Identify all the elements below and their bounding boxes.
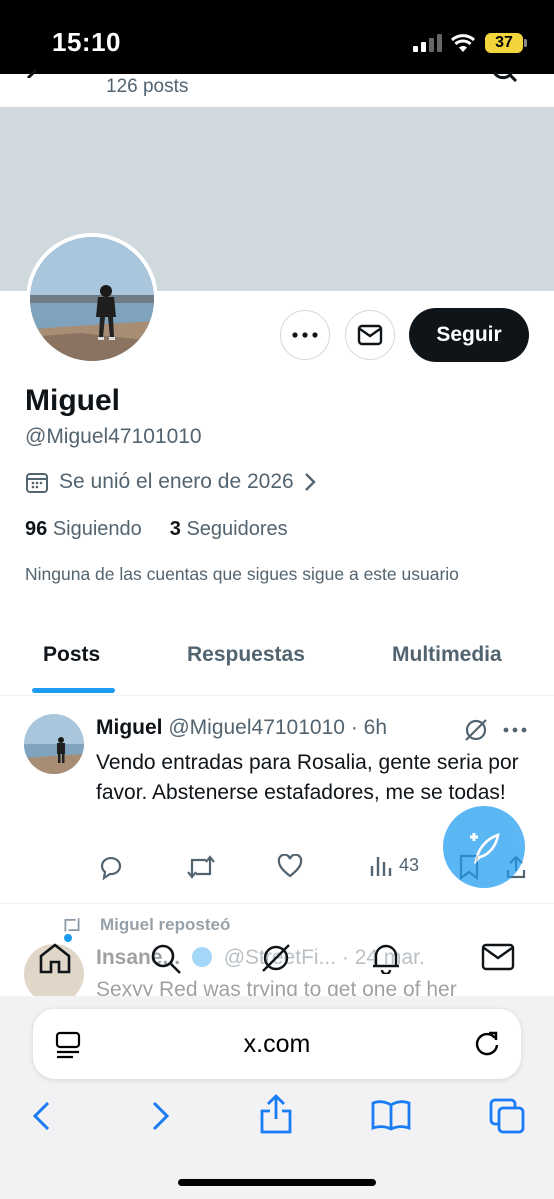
tabs-icon[interactable]	[488, 1097, 526, 1135]
joined-date[interactable]: Se unió el enero de 2026	[25, 470, 316, 494]
header-post-count: 126 posts	[106, 76, 189, 97]
compose-feather-icon	[470, 833, 500, 865]
tweet-divider	[0, 903, 554, 904]
browser-share-icon[interactable]	[259, 1093, 293, 1135]
message-button[interactable]	[345, 310, 395, 360]
search-header-icon[interactable]	[490, 70, 520, 82]
profile-avatar[interactable]	[26, 233, 158, 365]
followers-link[interactable]: 3 Seguidores	[170, 518, 288, 541]
profile-handle: @Miguel47101010	[25, 425, 202, 448]
calendar-icon	[26, 473, 48, 493]
back-arrow-icon[interactable]	[24, 68, 44, 78]
following-link[interactable]: 96 Siguiendo	[25, 518, 142, 541]
cellular-signal-icon	[413, 34, 443, 52]
heart-icon	[277, 854, 303, 878]
following-count: 96	[25, 518, 48, 540]
battery-tip	[524, 39, 527, 47]
reload-icon[interactable]	[473, 1030, 501, 1058]
search-icon[interactable]	[149, 942, 183, 976]
views-button[interactable]: 43	[369, 854, 419, 876]
repost-icon	[187, 855, 215, 879]
browser-back-icon[interactable]	[30, 1100, 52, 1132]
grok-icon[interactable]	[463, 717, 489, 743]
compose-post-button[interactable]	[443, 806, 525, 888]
chevron-right-icon	[304, 473, 316, 491]
mail-icon	[357, 324, 383, 346]
tweet-header: Miguel @Miguel47101010 · 6h	[96, 716, 387, 740]
reply-button[interactable]	[98, 854, 124, 880]
browser-forward-icon[interactable]	[150, 1100, 172, 1132]
tweet-text: Vendo entradas para Rosalia, gente seria…	[96, 751, 519, 804]
tweet-author-handle[interactable]: @Miguel47101010	[168, 716, 345, 739]
joined-text: Se unió el enero de 2026	[59, 470, 294, 493]
home-icon[interactable]	[38, 942, 72, 974]
wifi-icon	[450, 34, 476, 52]
grok-nav-icon[interactable]	[260, 942, 292, 974]
battery-icon: 37	[485, 33, 523, 53]
analytics-icon	[370, 857, 392, 876]
address-bar[interactable]: x.com	[33, 1009, 521, 1079]
more-horizontal-icon	[292, 332, 318, 338]
reply-icon	[100, 856, 122, 880]
follow-button[interactable]: Seguir	[409, 308, 529, 362]
notification-dot	[64, 934, 72, 942]
followers-count: 3	[169, 518, 181, 540]
profile-display-name: Miguel	[25, 384, 120, 417]
bookmarks-book-icon[interactable]	[370, 1099, 412, 1131]
tab-replies[interactable]: Respuestas	[187, 643, 305, 667]
more-options-button[interactable]	[280, 310, 330, 360]
tab-media[interactable]: Multimedia	[392, 643, 502, 667]
tweet-avatar[interactable]	[24, 714, 84, 774]
repost-button[interactable]	[186, 854, 216, 880]
tweet-more-icon[interactable]	[503, 727, 527, 733]
tweet-time[interactable]: · 6h	[351, 716, 387, 739]
status-time: 15:10	[52, 27, 121, 57]
repost-small-icon	[64, 918, 80, 932]
follow-stats: 96 Siguiendo 3 Seguidores	[25, 518, 288, 541]
home-indicator	[178, 1179, 376, 1186]
following-label: Siguiendo	[52, 518, 142, 540]
url-text[interactable]: x.com	[33, 1009, 521, 1079]
notifications-bell-icon[interactable]	[370, 940, 402, 974]
views-count: 43	[399, 854, 420, 875]
messages-icon[interactable]	[481, 942, 515, 972]
followers-label: Seguidores	[186, 518, 288, 540]
tabs-divider	[0, 695, 554, 696]
active-tab-indicator	[32, 688, 115, 693]
tab-posts[interactable]: Posts	[43, 643, 100, 667]
bottom-nav	[0, 934, 554, 984]
mutuals-note: Ninguna de las cuentas que sigues sigue …	[25, 564, 459, 584]
like-button[interactable]	[277, 854, 303, 878]
repost-label[interactable]: Miguel reposteó	[100, 915, 230, 935]
status-bar: 15:10 37	[0, 0, 554, 74]
tweet-author-name[interactable]: Miguel	[96, 716, 163, 739]
